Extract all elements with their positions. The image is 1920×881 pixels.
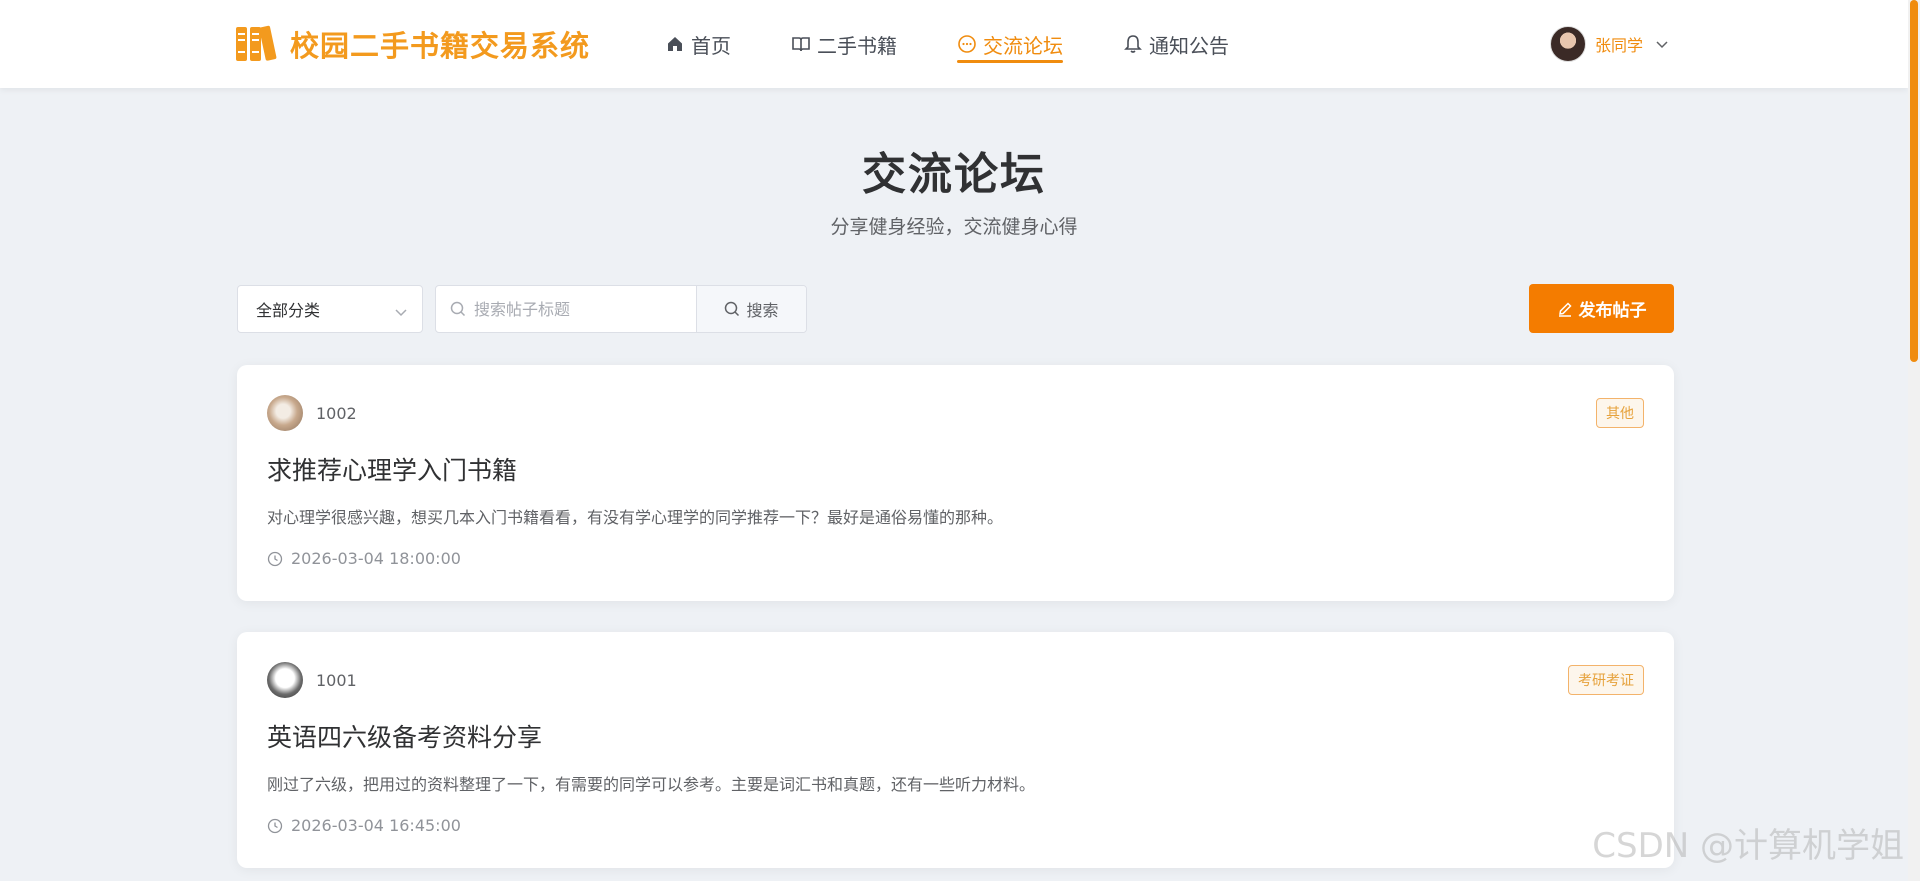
bell-icon <box>1123 34 1143 54</box>
nav-label-forum: 交流论坛 <box>983 33 1063 58</box>
book-icon <box>791 34 811 54</box>
chevron-down-icon <box>1655 35 1669 54</box>
post-card[interactable]: 1001 考研考证 英语四六级备考资料分享 刚过了六级，把用过的资料整理了一下，… <box>237 632 1674 868</box>
user-name: 张同学 <box>1595 36 1644 55</box>
chat-icon <box>957 34 977 54</box>
search-icon <box>450 301 466 321</box>
search-button[interactable]: 搜索 <box>696 286 806 332</box>
clock-icon <box>267 818 283 834</box>
scrollbar-thumb[interactable] <box>1910 0 1918 362</box>
top-header: 校园二手书籍交易系统 首页 二手书籍 交流论坛 通知公告 张同学 <box>0 0 1908 88</box>
app-title: 校园二手书籍交易系统 <box>290 29 591 63</box>
post-title[interactable]: 求推荐心理学入门书籍 <box>267 451 517 487</box>
post-title[interactable]: 英语四六级备考资料分享 <box>267 718 542 754</box>
post-meta: 1001 <box>267 662 357 698</box>
page-subtitle: 分享健身经验，交流健身心得 <box>830 216 1078 238</box>
post-time-value: 2026-03-04 18:00:00 <box>291 549 461 568</box>
nav-label-home: 首页 <box>691 33 731 58</box>
edit-icon <box>1557 301 1573 317</box>
chevron-down-icon <box>394 303 408 322</box>
home-icon <box>665 34 685 54</box>
search-group: 搜索 <box>435 285 807 333</box>
category-select[interactable]: 全部分类 <box>237 285 423 333</box>
app-logo[interactable]: 校园二手书籍交易系统 <box>236 22 590 66</box>
nav-item-home[interactable]: 首页 <box>665 0 731 88</box>
search-input[interactable] <box>436 286 696 332</box>
avatar <box>267 662 303 698</box>
post-excerpt: 刚过了六级，把用过的资料整理了一下，有需要的同学可以参考。主要是词汇书和真题，还… <box>267 775 1036 794</box>
post-time-value: 2026-03-04 16:45:00 <box>291 816 461 835</box>
publish-post-label: 发布帖子 <box>1578 301 1647 321</box>
watermark: CSDN @计算机学姐 <box>1592 826 1904 866</box>
category-select-value: 全部分类 <box>256 301 321 320</box>
main-nav: 首页 二手书籍 交流论坛 通知公告 <box>665 0 1289 88</box>
post-time: 2026-03-04 18:00:00 <box>267 549 461 568</box>
post-category-tag: 其他 <box>1596 398 1644 428</box>
search-button-label: 搜索 <box>746 301 779 320</box>
nav-item-forum[interactable]: 交流论坛 <box>957 0 1063 88</box>
avatar <box>1550 26 1586 62</box>
nav-label-notices: 通知公告 <box>1149 33 1229 58</box>
post-author: 1001 <box>316 670 357 690</box>
publish-post-button[interactable]: 发布帖子 <box>1529 284 1674 333</box>
post-card[interactable]: 1002 其他 求推荐心理学入门书籍 对心理学很感兴趣，想买几本入门书籍看看，有… <box>237 365 1674 601</box>
page-title: 交流论坛 <box>862 149 1046 200</box>
post-author: 1002 <box>316 403 357 423</box>
post-meta: 1002 <box>267 395 357 431</box>
nav-item-books[interactable]: 二手书籍 <box>791 0 897 88</box>
post-excerpt: 对心理学很感兴趣，想买几本入门书籍看看，有没有学心理学的同学推荐一下？最好是通俗… <box>267 508 1004 527</box>
post-category-tag: 考研考证 <box>1568 665 1644 695</box>
search-icon <box>724 301 740 317</box>
nav-item-notices[interactable]: 通知公告 <box>1123 0 1229 88</box>
clock-icon <box>267 551 283 567</box>
post-time: 2026-03-04 16:45:00 <box>267 816 461 835</box>
books-logo-icon <box>236 25 282 63</box>
avatar <box>267 395 303 431</box>
user-menu[interactable]: 张同学 <box>1550 26 1669 62</box>
nav-label-books: 二手书籍 <box>817 33 897 58</box>
